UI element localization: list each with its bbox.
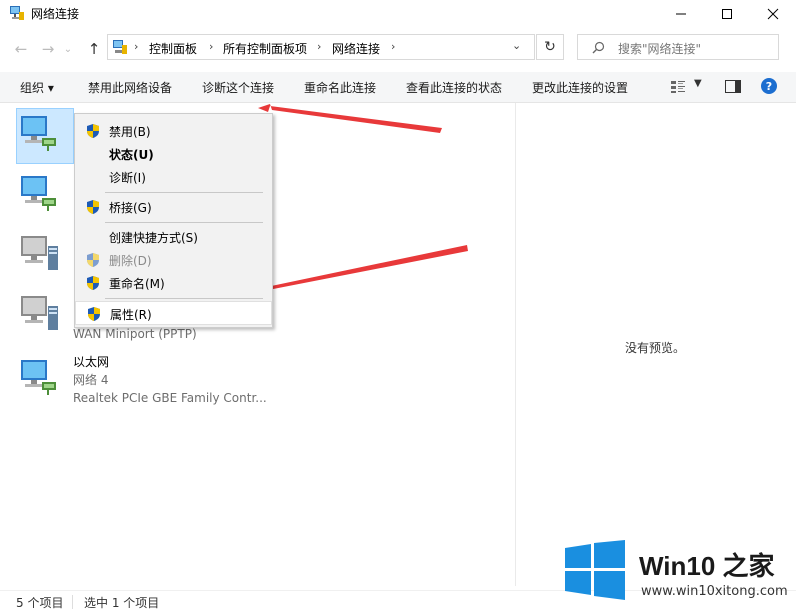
item-count: 5 个项目 (16, 596, 64, 610)
watermark-logo: Win10 之家 www.win10xitong.com (563, 540, 796, 614)
menu-item-status[interactable]: 状态(U) (75, 143, 272, 165)
menu-item-delete: 删除(D) (75, 249, 272, 271)
menu-separator (105, 298, 263, 299)
watermark-url: www.win10xitong.com (641, 584, 788, 599)
annotation-arrow-1 (258, 104, 442, 133)
menu-item-diagnose[interactable]: 诊断(I) (75, 166, 272, 188)
menu-item-bridge[interactable]: 桥接(G) (75, 196, 272, 218)
menu-item-rename[interactable]: 重命名(M) (75, 272, 272, 294)
menu-item-disable[interactable]: 禁用(B) (75, 120, 272, 142)
menu-separator (105, 192, 263, 193)
context-menu: 禁用(B) 状态(U) 诊断(I) 桥接(G) 创建快捷方式(S) 删除(D) … (74, 113, 273, 328)
uac-shield-icon (87, 253, 99, 267)
watermark-brand: Win10 之家 (639, 551, 775, 581)
uac-shield-icon (87, 200, 99, 214)
menu-separator (105, 222, 263, 223)
menu-item-properties[interactable]: 属性(R) (75, 301, 272, 325)
windows-logo-icon (565, 540, 625, 600)
uac-shield-icon (88, 307, 100, 321)
status-divider (72, 595, 73, 609)
uac-shield-icon (87, 276, 99, 290)
selected-count: 选中 1 个项目 (84, 596, 160, 610)
uac-shield-icon (87, 124, 99, 138)
menu-item-create-shortcut[interactable]: 创建快捷方式(S) (75, 226, 272, 248)
